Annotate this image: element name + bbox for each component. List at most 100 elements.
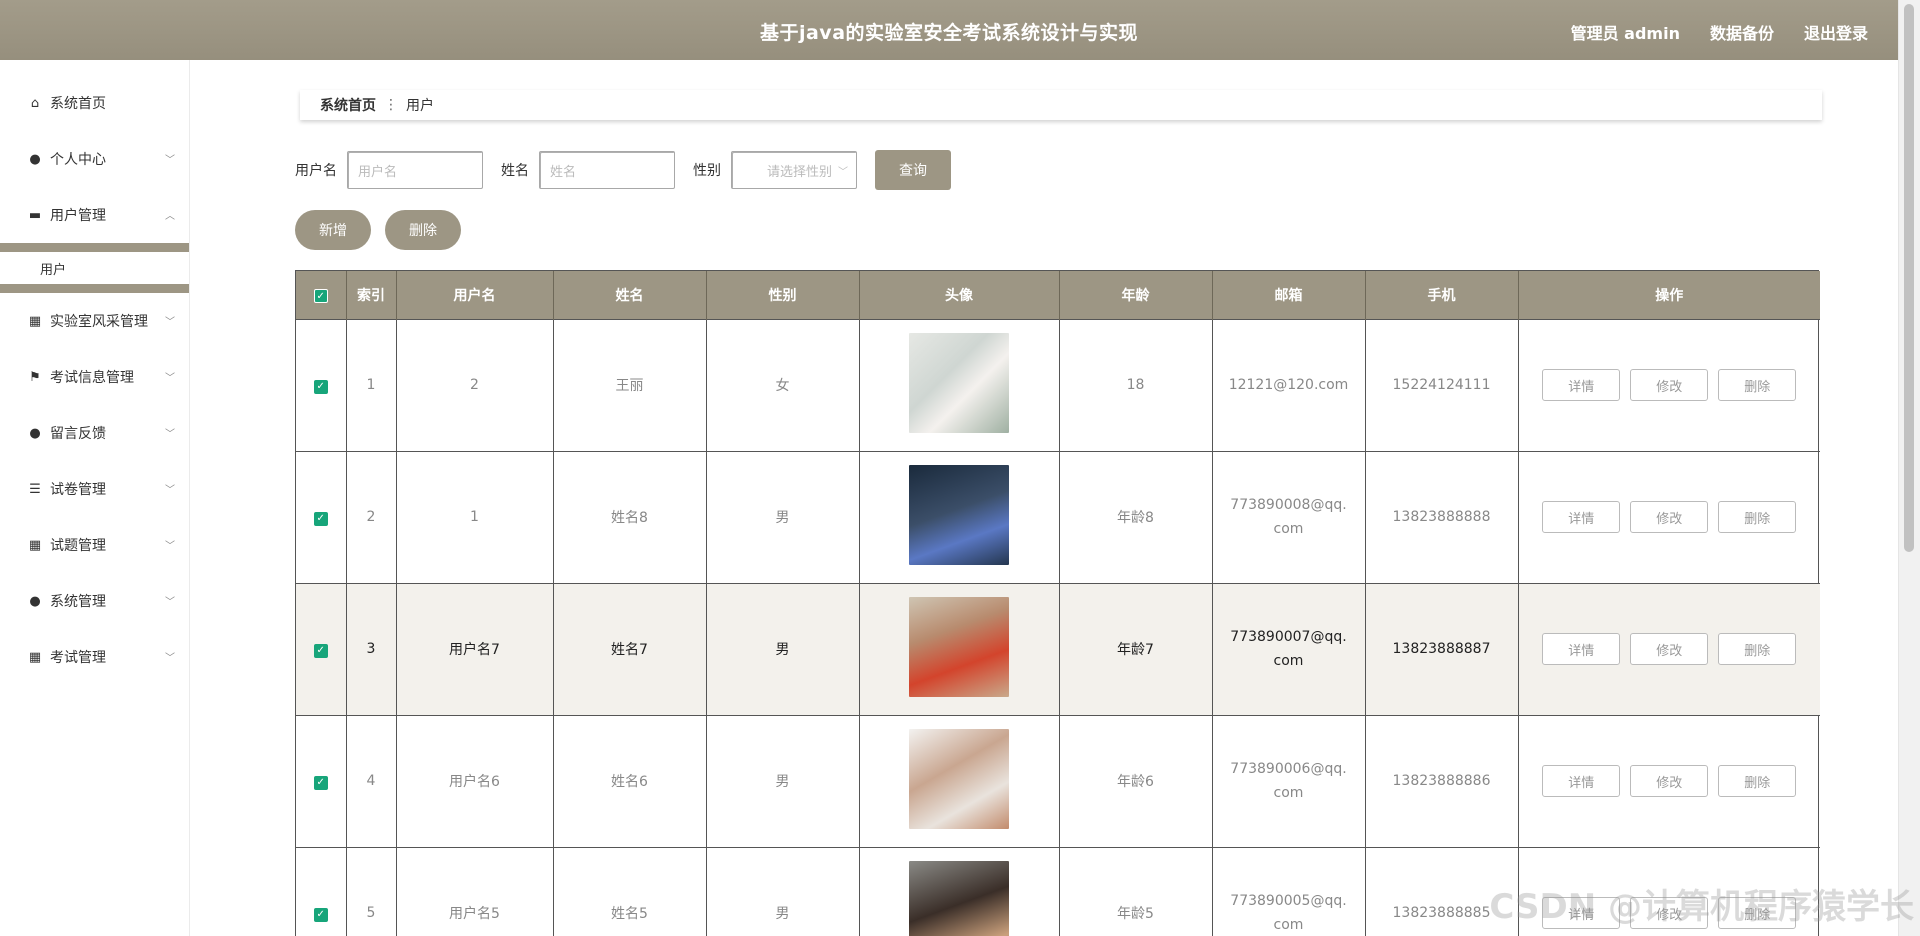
sidebar-item-system-management[interactable]: ● 系统管理 ﹀ bbox=[0, 573, 189, 629]
delete-button[interactable]: 删除 bbox=[1718, 501, 1797, 533]
row-select[interactable]: ✓ bbox=[296, 846, 347, 936]
header-actions: 管理员 admin 数据备份 退出登录 bbox=[1571, 20, 1868, 44]
detail-button[interactable]: 详情 bbox=[1542, 633, 1621, 665]
name-input[interactable]: 姓名 bbox=[539, 151, 675, 189]
user-icon: ● bbox=[29, 593, 41, 609]
cell-age: 年龄7 bbox=[1059, 582, 1213, 715]
sidebar-item-lab-showcase[interactable]: ▦ 实验室风采管理 ﹀ bbox=[0, 293, 189, 349]
cell-avatar bbox=[859, 846, 1060, 936]
vertical-scrollbar[interactable] bbox=[1898, 0, 1920, 936]
chevron-down-icon: ﹀ bbox=[165, 429, 175, 440]
cell-phone: 13823888885 bbox=[1365, 846, 1519, 936]
cell-age: 年龄6 bbox=[1059, 714, 1213, 847]
cell-username: 用户名7 bbox=[396, 582, 554, 715]
cell-operations: 详情 修改 删除 bbox=[1518, 582, 1820, 715]
sidebar-item-exam-management[interactable]: ▦ 考试管理 ﹀ bbox=[0, 629, 189, 685]
cell-age: 18 bbox=[1059, 318, 1213, 451]
email-text: 12121@120.com bbox=[1228, 377, 1349, 393]
row-select[interactable]: ✓ bbox=[296, 714, 347, 847]
email-text: 773890006@qq.com bbox=[1230, 761, 1347, 801]
delete-button[interactable]: 删除 bbox=[1718, 369, 1797, 401]
cell-index: 2 bbox=[346, 450, 397, 583]
checkbox-checked-icon[interactable]: ✓ bbox=[313, 907, 328, 922]
sidebar-item-exam-info[interactable]: ⚑ 考试信息管理 ﹀ bbox=[0, 349, 189, 405]
detail-button[interactable]: 详情 bbox=[1542, 501, 1621, 533]
cell-username: 用户名6 bbox=[396, 714, 554, 847]
avatar bbox=[909, 861, 1009, 936]
sidebar-item-paper-management[interactable]: ☰ 试卷管理 ﹀ bbox=[0, 461, 189, 517]
batch-delete-button[interactable]: 删除 bbox=[385, 210, 461, 250]
name-label: 姓名 bbox=[501, 163, 529, 179]
edit-button[interactable]: 修改 bbox=[1630, 369, 1709, 401]
checkbox-checked-icon[interactable]: ✓ bbox=[313, 775, 328, 790]
table-row: ✓ 4 用户名6 姓名6 男 年龄6 773890006@qq.com 1382… bbox=[296, 714, 1820, 847]
delete-button[interactable]: 删除 bbox=[1718, 765, 1797, 797]
username-input[interactable]: 用户名 bbox=[347, 151, 483, 189]
cell-name: 姓名7 bbox=[553, 582, 707, 715]
cell-avatar bbox=[859, 714, 1060, 847]
delete-button[interactable]: 删除 bbox=[1718, 897, 1797, 930]
avatar bbox=[909, 465, 1009, 565]
sidebar-item-personal-center[interactable]: ● 个人中心 ﹀ bbox=[0, 131, 189, 187]
chevron-down-icon: ﹀ bbox=[165, 155, 175, 166]
breadcrumb-home[interactable]: 系统首页 bbox=[320, 95, 376, 115]
cell-avatar bbox=[859, 318, 1060, 451]
cell-username: 2 bbox=[396, 318, 554, 451]
cell-age: 年龄5 bbox=[1059, 846, 1213, 936]
column-header: 邮箱 bbox=[1212, 271, 1366, 319]
sidebar-item-question-management[interactable]: ▦ 试题管理 ﹀ bbox=[0, 517, 189, 573]
gender-select[interactable]: 请选择性别 ﹀ bbox=[731, 151, 857, 189]
detail-button[interactable]: 详情 bbox=[1542, 369, 1621, 401]
checkbox-checked-icon[interactable]: ✓ bbox=[313, 289, 328, 303]
cell-email: 773890008@qq.com bbox=[1212, 450, 1366, 583]
row-select[interactable]: ✓ bbox=[296, 318, 347, 451]
sidebar-item-feedback[interactable]: ● 留言反馈 ﹀ bbox=[0, 405, 189, 461]
backup-link[interactable]: 数据备份 bbox=[1710, 20, 1774, 44]
chevron-down-icon: ﹀ bbox=[838, 166, 848, 178]
cell-avatar bbox=[859, 450, 1060, 583]
edit-button[interactable]: 修改 bbox=[1630, 633, 1709, 665]
detail-button[interactable]: 详情 bbox=[1542, 765, 1621, 797]
cell-username: 1 bbox=[396, 450, 554, 583]
scrollbar-thumb[interactable] bbox=[1904, 4, 1914, 552]
sidebar-item-label: 留言反馈 bbox=[50, 426, 106, 442]
grid-icon: ▦ bbox=[28, 537, 42, 553]
query-button[interactable]: 查询 bbox=[875, 150, 951, 190]
gender-select-placeholder: 请选择性别 bbox=[766, 164, 832, 180]
header-select-all[interactable]: ✓ bbox=[296, 271, 347, 319]
delete-button[interactable]: 删除 bbox=[1718, 633, 1797, 665]
row-select[interactable]: ✓ bbox=[296, 582, 347, 715]
checkbox-checked-icon[interactable]: ✓ bbox=[313, 643, 328, 658]
admin-user-link[interactable]: 管理员 admin bbox=[1571, 20, 1680, 44]
cell-gender: 男 bbox=[706, 450, 860, 583]
avatar bbox=[909, 597, 1009, 697]
column-header: 索引 bbox=[346, 271, 397, 319]
flag-icon: ⚑ bbox=[29, 369, 41, 385]
monitor-icon: ▬ bbox=[28, 207, 42, 223]
user-icon: ● bbox=[29, 151, 41, 167]
row-select[interactable]: ✓ bbox=[296, 450, 347, 583]
checkbox-checked-icon[interactable]: ✓ bbox=[313, 511, 328, 526]
cell-index: 3 bbox=[346, 582, 397, 715]
sidebar-item-user-management[interactable]: ▬ 用户管理 ︿ bbox=[0, 187, 189, 243]
column-header: 年龄 bbox=[1059, 271, 1213, 319]
logout-link[interactable]: 退出登录 bbox=[1804, 20, 1868, 44]
sidebar-item-home[interactable]: ⌂ 系统首页 bbox=[0, 75, 189, 131]
cell-name: 姓名5 bbox=[553, 846, 707, 936]
edit-button[interactable]: 修改 bbox=[1630, 765, 1709, 797]
sidebar-item-label: 用户管理 bbox=[50, 208, 106, 224]
cell-operations: 详情 修改 删除 bbox=[1518, 450, 1820, 583]
checkbox-checked-icon[interactable]: ✓ bbox=[313, 379, 328, 394]
detail-button[interactable]: 详情 bbox=[1542, 897, 1621, 930]
bulb-icon: ● bbox=[29, 425, 41, 441]
cell-age: 年龄8 bbox=[1059, 450, 1213, 583]
cell-name: 姓名8 bbox=[553, 450, 707, 583]
submenu-user-management: 用户 bbox=[0, 243, 189, 293]
add-button[interactable]: 新增 bbox=[295, 210, 371, 250]
sidebar-item-label: 个人中心 bbox=[50, 152, 106, 168]
sidebar-item-label: 实验室风采管理 bbox=[50, 314, 148, 330]
edit-button[interactable]: 修改 bbox=[1630, 501, 1709, 533]
cell-gender: 男 bbox=[706, 582, 860, 715]
edit-button[interactable]: 修改 bbox=[1630, 897, 1709, 930]
sidebar-subitem-user[interactable]: 用户 bbox=[0, 259, 66, 278]
